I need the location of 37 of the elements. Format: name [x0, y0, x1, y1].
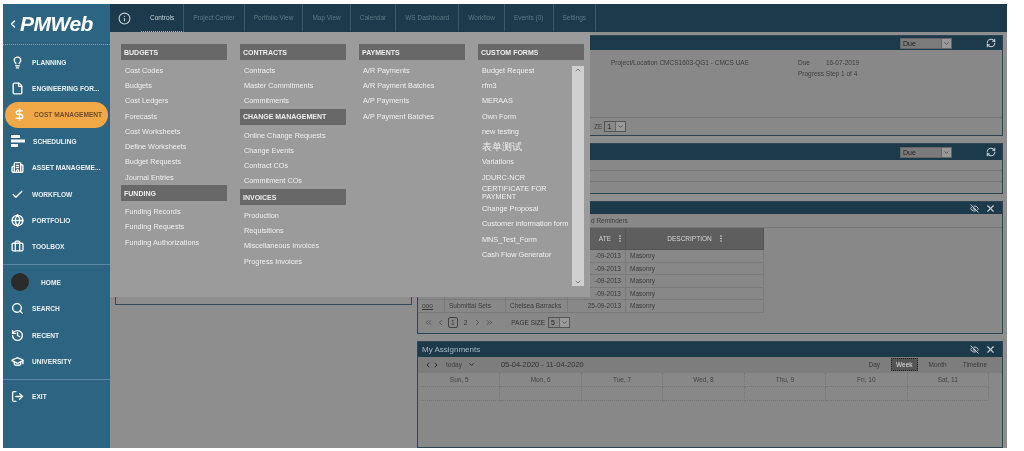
previous-icon[interactable]: [424, 360, 432, 369]
scroll-up-icon[interactable]: [574, 66, 582, 74]
last-page-icon[interactable]: [485, 318, 495, 327]
document-icon: [11, 82, 24, 96]
menu-item[interactable]: 表单测试: [478, 139, 570, 155]
info-icon[interactable]: [118, 11, 131, 25]
caret-icon[interactable]: [467, 361, 475, 368]
exit-icon: [11, 390, 24, 404]
lightbulb-icon: [11, 55, 24, 69]
first-page-icon[interactable]: [424, 318, 433, 327]
caret-icon[interactable]: [561, 319, 569, 326]
scrollbar[interactable]: [572, 66, 584, 286]
close-icon: [985, 343, 996, 355]
panel-title: My Assignments: [422, 344, 482, 354]
graduation-cap-icon: [11, 355, 24, 368]
logo[interactable]: PMWeb: [20, 12, 93, 36]
close-icon: [985, 202, 996, 214]
calendar-cell[interactable]: [419, 386, 501, 401]
history-icon: [11, 328, 24, 342]
bars-icon: [11, 135, 25, 148]
avatar-circle: [11, 273, 29, 292]
kebab-icon[interactable]: [719, 235, 722, 242]
building-icon: [11, 161, 24, 175]
scroll-down-icon[interactable]: [574, 278, 582, 286]
refresh-icon: [986, 147, 996, 157]
briefcase-icon: [11, 240, 24, 254]
caret-icon[interactable]: [943, 39, 950, 47]
globe-icon: [11, 214, 24, 228]
search-icon: [11, 302, 24, 316]
caret-icon[interactable]: [943, 148, 950, 156]
previous-page-icon[interactable]: [436, 318, 445, 327]
caret-icon[interactable]: [617, 123, 625, 130]
eye-off-icon: [970, 344, 979, 354]
eye-off-icon: [970, 203, 979, 213]
refresh-icon: [986, 38, 996, 48]
dollar-icon: [13, 108, 26, 122]
next-icon[interactable]: [432, 360, 440, 369]
